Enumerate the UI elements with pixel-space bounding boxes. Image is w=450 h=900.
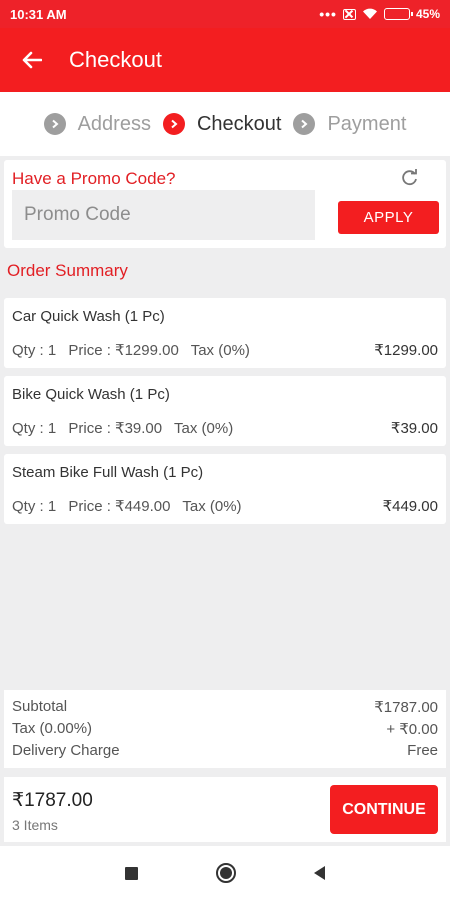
item-count: 3 Items: [12, 817, 58, 833]
step-address[interactable]: Address: [43, 112, 151, 136]
item-meta: Qty : 1 Price : ₹449.00 Tax (0%): [12, 497, 250, 515]
refresh-icon[interactable]: [400, 168, 420, 188]
continue-button[interactable]: CONTINUE: [330, 785, 438, 834]
totals-label: Subtotal: [12, 698, 68, 715]
step-payment[interactable]: Payment: [293, 113, 406, 136]
order-summary-heading: Order Summary: [7, 261, 128, 280]
item-price: Price : ₹449.00: [68, 498, 171, 515]
checkout-stepper: Address Checkout Payment: [0, 92, 450, 156]
wifi-icon: [362, 8, 377, 19]
system-nav-bar: [0, 846, 450, 900]
list-item: Car Quick Wash (1 Pc) Qty : 1 Price : ₹1…: [4, 298, 446, 368]
recents-icon[interactable]: [125, 866, 138, 880]
arrow-left-icon: [22, 51, 42, 69]
list-item: Bike Quick Wash (1 Pc) Qty : 1 Price : ₹…: [4, 376, 446, 446]
promo-title: Have a Promo Code?: [12, 169, 176, 188]
no-sim-icon: [342, 8, 356, 20]
item-name: Steam Bike Full Wash (1 Pc): [12, 464, 204, 481]
item-name: Bike Quick Wash (1 Pc): [12, 386, 170, 403]
step-label: Payment: [327, 112, 407, 135]
totals-value: + ₹0.00: [386, 721, 438, 738]
totals-label: Tax (0.00%): [12, 720, 93, 737]
item-tax: Tax (0%): [174, 420, 234, 437]
list-item: Steam Bike Full Wash (1 Pc) Qty : 1 Pric…: [4, 454, 446, 524]
totals-card: Subtotal ₹1787.00 Tax (0.00%) + ₹0.00 De…: [4, 690, 446, 768]
item-meta: Qty : 1 Price : ₹1299.00 Tax (0%): [12, 341, 258, 359]
totals-value: ₹1787.00: [374, 699, 438, 716]
back-button[interactable]: [0, 28, 64, 92]
subtotal-row: Subtotal ₹1787.00: [12, 698, 438, 720]
app-bar: Checkout: [0, 28, 450, 92]
step-label: Address: [77, 112, 151, 135]
notification-dots-icon: •••: [319, 6, 337, 22]
chevron-right-icon: [293, 113, 316, 135]
chevron-right-icon: [162, 113, 185, 135]
promo-card: Have a Promo Code? APPLY: [4, 160, 446, 248]
battery-icon: [383, 8, 413, 20]
home-icon[interactable]: [216, 863, 236, 883]
item-tax: Tax (0%): [182, 498, 242, 515]
item-qty: Qty : 1: [12, 420, 57, 437]
tax-row: Tax (0.00%) + ₹0.00: [12, 720, 438, 742]
status-time: 10:31 AM: [10, 6, 67, 22]
item-total: ₹449.00: [382, 498, 438, 515]
delivery-row: Delivery Charge Free: [12, 742, 438, 764]
item-tax: Tax (0%): [190, 342, 250, 359]
promo-code-input[interactable]: [12, 190, 315, 240]
item-name: Car Quick Wash (1 Pc): [12, 308, 165, 325]
page-title: Checkout: [69, 47, 162, 72]
grand-total: ₹1787.00: [12, 790, 93, 811]
item-total: ₹39.00: [390, 420, 438, 437]
status-bar: 10:31 AM ••• 45%: [0, 0, 450, 28]
item-total: ₹1299.00: [374, 342, 438, 359]
battery-percent: 45%: [415, 7, 440, 21]
back-triangle-icon[interactable]: [314, 866, 325, 880]
item-meta: Qty : 1 Price : ₹39.00 Tax (0%): [12, 419, 241, 437]
step-checkout[interactable]: Checkout: [162, 112, 282, 136]
item-price: Price : ₹1299.00: [68, 342, 179, 359]
checkout-footer: ₹1787.00 3 Items CONTINUE: [4, 777, 446, 842]
item-qty: Qty : 1: [12, 342, 57, 359]
step-label: Checkout: [196, 112, 282, 135]
totals-label: Delivery Charge: [12, 742, 120, 759]
totals-value: Free: [407, 742, 438, 759]
apply-button[interactable]: APPLY: [338, 201, 439, 234]
item-qty: Qty : 1: [12, 498, 57, 515]
status-icons: ••• 45%: [319, 7, 440, 21]
chevron-right-icon: [43, 113, 66, 135]
item-price: Price : ₹39.00: [68, 420, 163, 437]
